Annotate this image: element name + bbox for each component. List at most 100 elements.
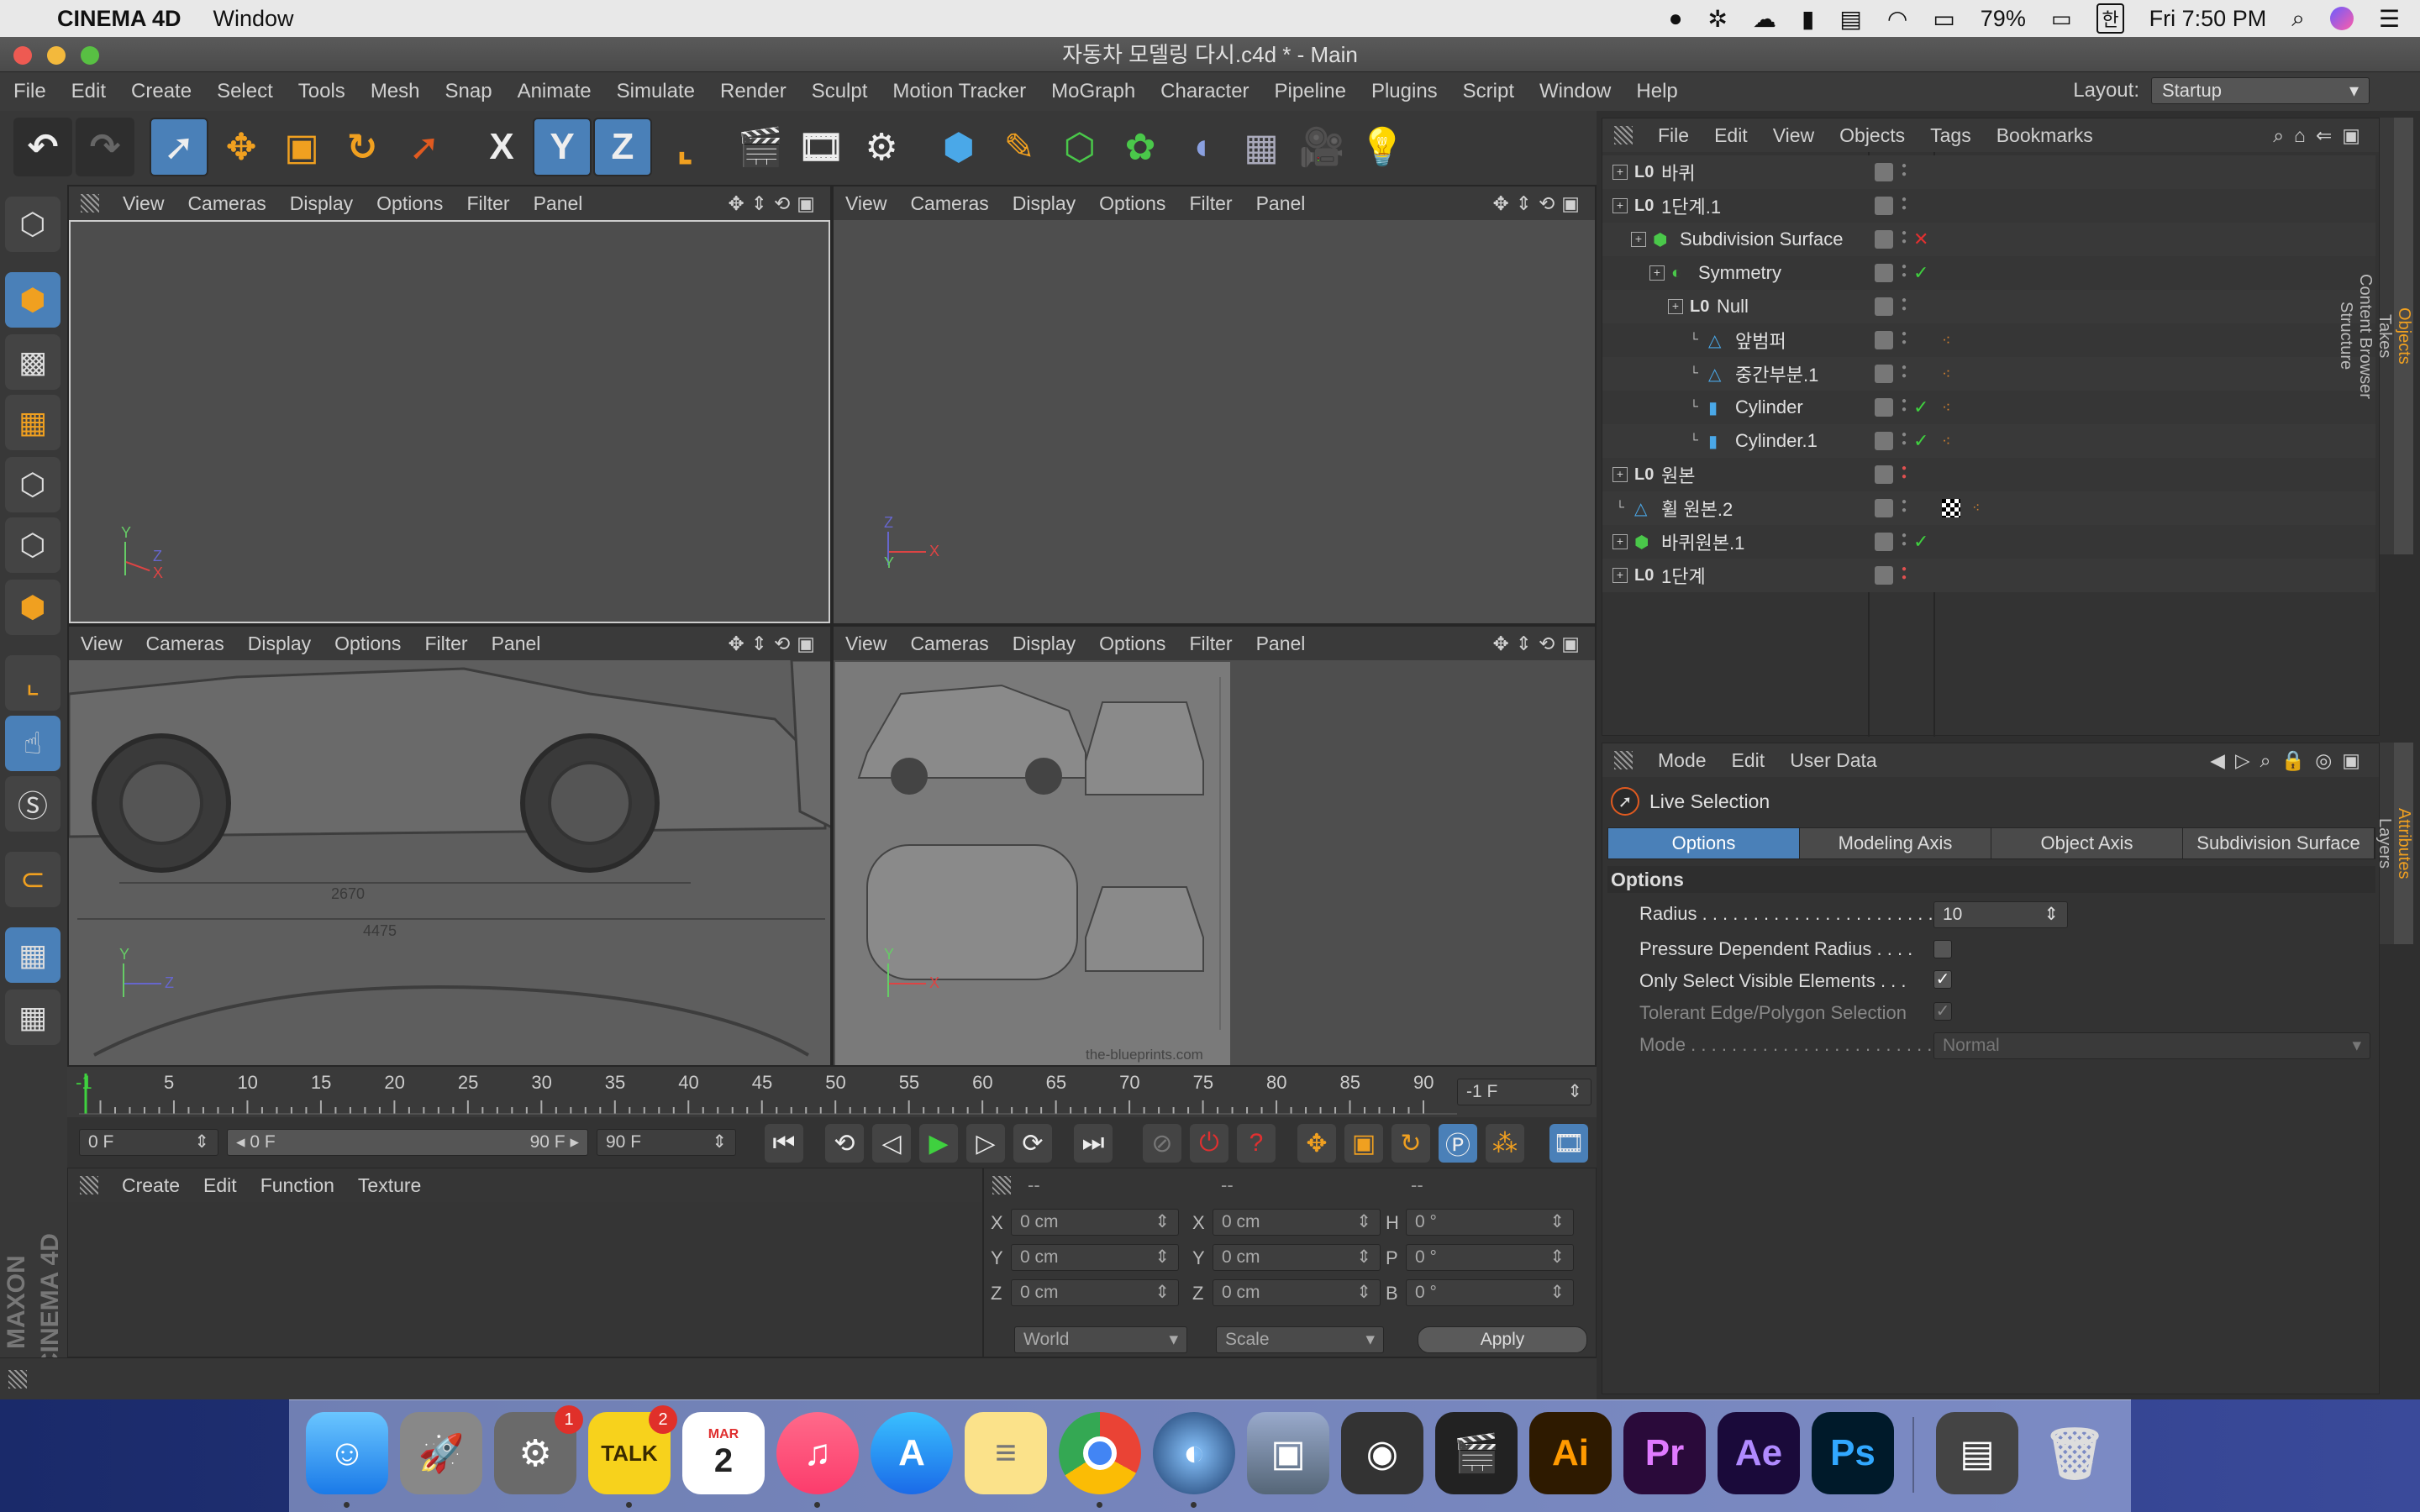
input-source[interactable]: 한 xyxy=(2096,3,2124,34)
pinwheel-icon[interactable]: ✲ xyxy=(1708,5,1728,33)
menu-character[interactable]: Character xyxy=(1160,80,1249,103)
object-row[interactable]: + ◐ Symmetry ● ● ✓ xyxy=(1602,256,2375,290)
object-row[interactable]: + ⬢ 바퀴원본.1 ● ● ✓ xyxy=(1602,525,2375,559)
mat-menu-create[interactable]: Create xyxy=(122,1174,180,1197)
object-row[interactable]: └ ▮ Cylinder.1 ● ● ✓ ⁖ xyxy=(1602,424,2375,458)
coord-size-field[interactable]: 0 cm ⇕ xyxy=(1213,1244,1381,1271)
tweak-mode-icon[interactable]: ☝ xyxy=(5,716,60,771)
layer-icon[interactable] xyxy=(1875,566,1893,585)
key-position-icon[interactable]: ✥ xyxy=(1297,1124,1336,1163)
edges-mode-icon[interactable]: ⬡ xyxy=(5,517,60,573)
menu-file[interactable]: File xyxy=(13,80,46,103)
attr-menu-edit[interactable]: Edit xyxy=(1732,749,1765,772)
side-tab-attributes[interactable]: Attributes xyxy=(2394,743,2413,944)
menu-tools[interactable]: Tools xyxy=(298,80,345,103)
expand-toggle-icon[interactable]: └ xyxy=(1686,433,1702,449)
apply-button[interactable]: Apply xyxy=(1418,1326,1587,1353)
disk-utility-icon[interactable]: ◉ xyxy=(1341,1412,1423,1494)
radius-input[interactable]: 10 ⇕ xyxy=(1933,901,2068,928)
viewport-canvas[interactable]: the-blueprints.com Y X xyxy=(834,660,1595,1065)
layer-icon[interactable] xyxy=(1875,499,1893,517)
object-name[interactable]: Cylinder xyxy=(1735,396,1803,418)
key-point-level-icon[interactable]: ⁂ xyxy=(1486,1124,1524,1163)
render-view-icon[interactable]: 🎬 xyxy=(731,118,790,176)
mode-select[interactable]: Normal ▾ xyxy=(1933,1032,2370,1059)
cinema4d-icon[interactable]: ◐ xyxy=(1153,1412,1235,1508)
vp-menu-filter[interactable]: Filter xyxy=(1189,192,1232,215)
obj-menu-file[interactable]: File xyxy=(1658,124,1689,147)
system-preferences-icon[interactable]: ⚙ 1 xyxy=(494,1405,583,1494)
object-row[interactable]: + ⬢ Subdivision Surface ● ● ✕ xyxy=(1602,223,2375,256)
downloads-stack-icon[interactable]: ▤ xyxy=(1936,1412,2018,1494)
enabled-check-icon[interactable]: ✓ xyxy=(1913,531,1928,553)
panel-grip-icon[interactable] xyxy=(992,1176,1011,1194)
notes-icon[interactable]: ≡ xyxy=(965,1412,1047,1494)
trash-icon[interactable]: 🗑 xyxy=(2033,1412,2116,1494)
menu-script[interactable]: Script xyxy=(1463,80,1514,103)
vp-menu-panel[interactable]: Panel xyxy=(1256,192,1306,215)
undo-icon[interactable]: ↶ xyxy=(13,118,72,176)
layer-icon[interactable] xyxy=(1875,230,1893,249)
viewport-front[interactable]: View Cameras Display Options Filter Pane… xyxy=(832,625,1597,1067)
menu-window[interactable]: Window xyxy=(1539,80,1611,103)
panel-grip-icon[interactable] xyxy=(81,194,99,213)
attr-menu-mode[interactable]: Mode xyxy=(1658,749,1707,772)
solo-icon[interactable]: Ⓢ xyxy=(5,776,60,832)
vp-menu-view[interactable]: View xyxy=(845,192,886,215)
visibility-dots-icon[interactable]: ● ● xyxy=(1902,431,1907,448)
vp-menu-view[interactable]: View xyxy=(123,192,164,215)
viewport-nav-icons[interactable]: ✥⇕⟲▣ xyxy=(728,633,822,655)
object-row[interactable]: + L0 바퀴 ● ● xyxy=(1602,155,2375,189)
key-parameter-icon[interactable]: Ⓟ xyxy=(1439,1124,1477,1163)
enabled-check-icon[interactable]: ✓ xyxy=(1913,430,1928,452)
material-tag-icon[interactable]: ⁖ xyxy=(1942,433,1951,450)
menu-snap[interactable]: Snap xyxy=(445,80,492,103)
object-name[interactable]: 앞범퍼 xyxy=(1735,327,1786,354)
expand-toggle-icon[interactable]: └ xyxy=(1612,501,1628,516)
menubar-clock[interactable]: Fri 7:50 PM xyxy=(2149,6,2267,32)
menu-pipeline[interactable]: Pipeline xyxy=(1275,80,1346,103)
object-name[interactable]: 1단계 xyxy=(1661,562,1706,589)
final-cut-icon[interactable]: 🎬 xyxy=(1435,1412,1518,1494)
visibility-dots-icon[interactable]: ● ● xyxy=(1902,330,1907,347)
expand-toggle-icon[interactable]: + xyxy=(1612,198,1628,213)
battery-percent[interactable]: 79% xyxy=(1981,6,2026,32)
keyboard-icon[interactable]: ▤ xyxy=(1839,5,1861,33)
vp-menu-cameras[interactable]: Cameras xyxy=(145,633,224,655)
coord-position-field[interactable]: 0 cm ⇕ xyxy=(1011,1279,1179,1306)
notification-center-icon[interactable]: ☰ xyxy=(2379,5,2400,33)
coord-size-field[interactable]: 0 cm ⇕ xyxy=(1213,1209,1381,1236)
enabled-check-icon[interactable]: ✓ xyxy=(1913,262,1928,284)
make-editable-icon[interactable]: ⬡ xyxy=(5,197,60,252)
coord-size-field[interactable]: 0 cm ⇕ xyxy=(1213,1279,1381,1306)
z-axis-lock-button[interactable]: Z xyxy=(593,118,652,176)
enabled-check-icon[interactable]: ✓ xyxy=(1913,396,1928,418)
material-tag-icon[interactable]: ⁖ xyxy=(1942,332,1951,349)
menu-create[interactable]: Create xyxy=(131,80,192,103)
coord-rotation-field[interactable]: 0 ° ⇕ xyxy=(1406,1244,1574,1271)
next-frame-icon[interactable]: ▷ xyxy=(966,1124,1005,1163)
vp-menu-filter[interactable]: Filter xyxy=(1189,633,1232,655)
vp-menu-display[interactable]: Display xyxy=(1013,633,1076,655)
vp-menu-display[interactable]: Display xyxy=(290,192,353,215)
planar-workplane-icon[interactable]: ▦ xyxy=(5,990,60,1045)
timeline-ruler[interactable]: -1 5 10 15 20 25 30 35 40 45 50 55 60 65 70 75 80 85 90 -1… xyxy=(67,1067,1597,1117)
render-settings-icon[interactable]: ⚙ xyxy=(852,118,911,176)
end-frame-field[interactable]: 90 F ⇕ xyxy=(597,1129,736,1156)
obj-menu-view[interactable]: View xyxy=(1773,124,1814,147)
menu-sculpt[interactable]: Sculpt xyxy=(812,80,868,103)
obj-menu-objects[interactable]: Objects xyxy=(1839,124,1905,147)
object-row[interactable]: + L0 원본 ● ● xyxy=(1602,458,2375,491)
polygons-mode-icon[interactable]: ⬢ xyxy=(5,580,60,635)
object-row[interactable]: └ ▮ Cylinder ● ● ✓ ⁖ xyxy=(1602,391,2375,424)
viewport-perspective[interactable]: View Cameras Display Options Filter Pane… xyxy=(67,185,832,625)
object-name[interactable]: 중간부분.1 xyxy=(1735,360,1818,387)
light-icon[interactable]: 💡 xyxy=(1353,118,1412,176)
disabled-x-icon[interactable]: ✕ xyxy=(1913,228,1928,250)
object-row[interactable]: └ △ 앞범퍼 ● ● ⁖ xyxy=(1602,323,2375,357)
viewport-nav-icons[interactable]: ✥⇕⟲▣ xyxy=(1492,633,1586,655)
minimize-window-button[interactable] xyxy=(47,46,66,65)
spotlight-icon[interactable]: ⌕ xyxy=(2291,5,2305,33)
visibility-dots-icon[interactable]: ● ● xyxy=(1902,162,1907,179)
coord-rotation-field[interactable]: 0 ° ⇕ xyxy=(1406,1279,1574,1306)
